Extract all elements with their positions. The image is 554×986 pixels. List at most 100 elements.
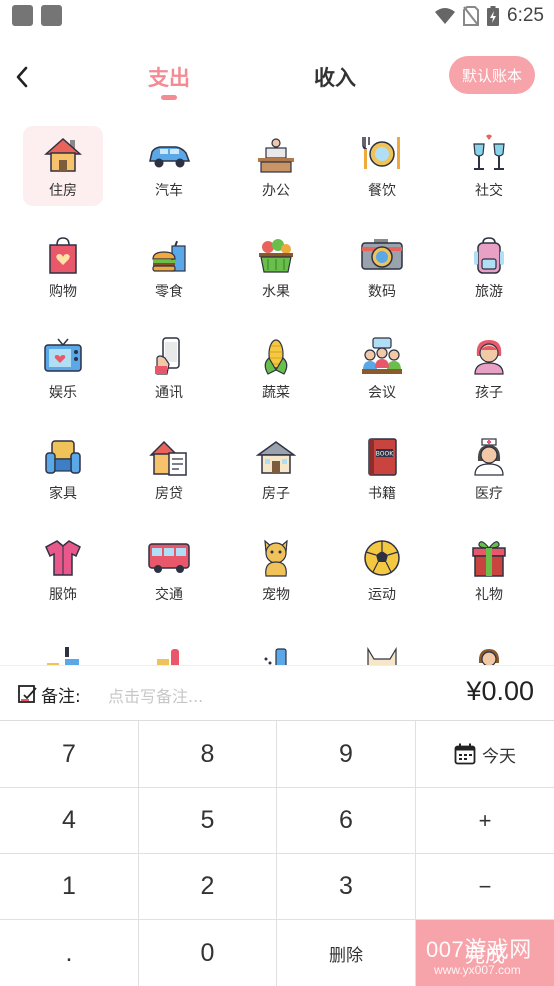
- cheers-glasses-icon: [473, 134, 505, 170]
- key-9[interactable]: 9: [277, 721, 416, 788]
- phone-hand-icon: [155, 337, 180, 375]
- remark-bar: 备注: 点击写备注... ¥0.00: [0, 665, 554, 721]
- category-partial[interactable]: [342, 631, 422, 665]
- key-minus[interactable]: −: [416, 854, 554, 920]
- bottles-icon: [157, 649, 179, 665]
- football-icon: [364, 540, 400, 576]
- remark-input[interactable]: 点击写备注...: [108, 683, 203, 707]
- fruit-basket-icon: [259, 239, 293, 273]
- key-2[interactable]: 2: [139, 854, 277, 920]
- header: 支出 收入 默认账本: [0, 48, 554, 108]
- edit-note-icon: [18, 685, 37, 703]
- category-travel[interactable]: 旅游: [449, 227, 529, 307]
- book-icon: BOOK: [368, 438, 397, 476]
- person-icon: [478, 649, 500, 665]
- category-fruit[interactable]: 水果: [236, 227, 316, 307]
- category-car[interactable]: 汽车: [129, 126, 209, 206]
- status-bar: 6:25: [0, 0, 554, 32]
- house-icon: [44, 137, 82, 172]
- category-gifts[interactable]: 礼物: [449, 530, 529, 610]
- key-plus[interactable]: +: [416, 788, 554, 854]
- category-dining[interactable]: 餐饮: [342, 126, 422, 206]
- key-6[interactable]: 6: [277, 788, 416, 854]
- category-clothing[interactable]: 服饰: [23, 530, 103, 610]
- notification-icon: [12, 5, 33, 26]
- chevron-left-icon: [16, 66, 28, 88]
- notification-icon: [41, 5, 62, 26]
- car-icon: [149, 146, 191, 168]
- backpack-icon: [474, 237, 504, 274]
- category-home[interactable]: 房子: [236, 429, 316, 509]
- camera-icon: [361, 239, 403, 270]
- category-vegetables[interactable]: 蔬菜: [236, 328, 316, 408]
- cat-icon: [264, 539, 288, 577]
- category-sports[interactable]: 运动: [342, 530, 422, 610]
- dining-icon: [362, 137, 400, 169]
- tab-expense[interactable]: 支出: [148, 62, 190, 92]
- gift-icon: [472, 541, 506, 577]
- svg-text:BOOK: BOOK: [376, 451, 394, 458]
- category-social[interactable]: 社交: [449, 126, 529, 206]
- key-1[interactable]: 1: [0, 854, 139, 920]
- category-partial[interactable]: [129, 631, 209, 665]
- device-icon: [264, 648, 287, 665]
- remark-label: 备注:: [41, 687, 81, 707]
- key-8[interactable]: 8: [139, 721, 277, 788]
- key-5[interactable]: 5: [139, 788, 277, 854]
- category-medical[interactable]: 医疗: [449, 429, 529, 509]
- category-shopping[interactable]: 购物: [23, 227, 103, 307]
- amount-display: ¥0.00: [466, 676, 534, 706]
- clock: 6:25: [507, 5, 544, 26]
- category-partial[interactable]: [23, 631, 103, 665]
- key-3[interactable]: 3: [277, 854, 416, 920]
- key-4[interactable]: 4: [0, 788, 139, 854]
- no-sim-icon: [463, 6, 480, 26]
- category-meeting[interactable]: 会议: [342, 328, 422, 408]
- bus-icon: [148, 543, 190, 573]
- meeting-icon: [362, 337, 402, 374]
- category-transport[interactable]: 交通: [129, 530, 209, 610]
- child-icon: [474, 340, 504, 375]
- confirm-button[interactable]: 完成: [416, 920, 554, 986]
- key-7[interactable]: 7: [0, 721, 139, 788]
- tv-icon: [44, 338, 82, 372]
- number-keypad: 7 8 9 今天 4 5 6 + 1 2 3 − . 0 删除 完成: [0, 721, 554, 986]
- category-communication[interactable]: 通讯: [129, 328, 209, 408]
- category-pets[interactable]: 宠物: [236, 530, 316, 610]
- category-children[interactable]: 孩子: [449, 328, 529, 408]
- category-partial[interactable]: [236, 631, 316, 665]
- category-digital[interactable]: 数码: [342, 227, 422, 307]
- category-grid: 住房 汽车 办公 餐饮 社交 购物 零食 水果 数码 旅游 娱乐 通讯 蔬菜 会…: [0, 124, 554, 665]
- date-button[interactable]: 今天: [416, 721, 554, 788]
- category-books[interactable]: BOOK 书籍: [342, 429, 422, 509]
- wifi-icon: [435, 8, 456, 24]
- home-building-icon: [256, 441, 296, 474]
- desk-icon: [47, 647, 79, 665]
- calendar-icon: [454, 743, 476, 765]
- category-housing[interactable]: 住房: [23, 126, 103, 206]
- key-dot[interactable]: .: [0, 920, 139, 986]
- cloth-icon: [367, 646, 397, 665]
- battery-icon: [487, 6, 500, 26]
- category-snacks[interactable]: 零食: [129, 227, 209, 307]
- mortgage-house-icon: [149, 440, 187, 476]
- burger-drink-icon: [152, 240, 186, 272]
- category-partial[interactable]: [449, 631, 529, 665]
- corn-icon: [264, 339, 288, 375]
- tab-indicator: [161, 95, 177, 100]
- back-button[interactable]: [8, 58, 36, 94]
- tab-income[interactable]: 收入: [314, 62, 356, 92]
- key-0[interactable]: 0: [139, 920, 277, 986]
- nurse-icon: [474, 438, 504, 476]
- category-mortgage[interactable]: 房贷: [129, 429, 209, 509]
- office-desk-icon: [258, 138, 294, 173]
- default-book-button[interactable]: 默认账本: [449, 56, 535, 94]
- armchair-icon: [45, 440, 81, 474]
- category-furniture[interactable]: 家具: [23, 429, 103, 509]
- delete-button[interactable]: 删除: [277, 920, 416, 986]
- category-office[interactable]: 办公: [236, 126, 316, 206]
- date-label: 今天: [482, 746, 516, 766]
- category-entertainment[interactable]: 娱乐: [23, 328, 103, 408]
- shirt-icon: [45, 540, 81, 576]
- shopping-bag-icon: [49, 237, 77, 274]
